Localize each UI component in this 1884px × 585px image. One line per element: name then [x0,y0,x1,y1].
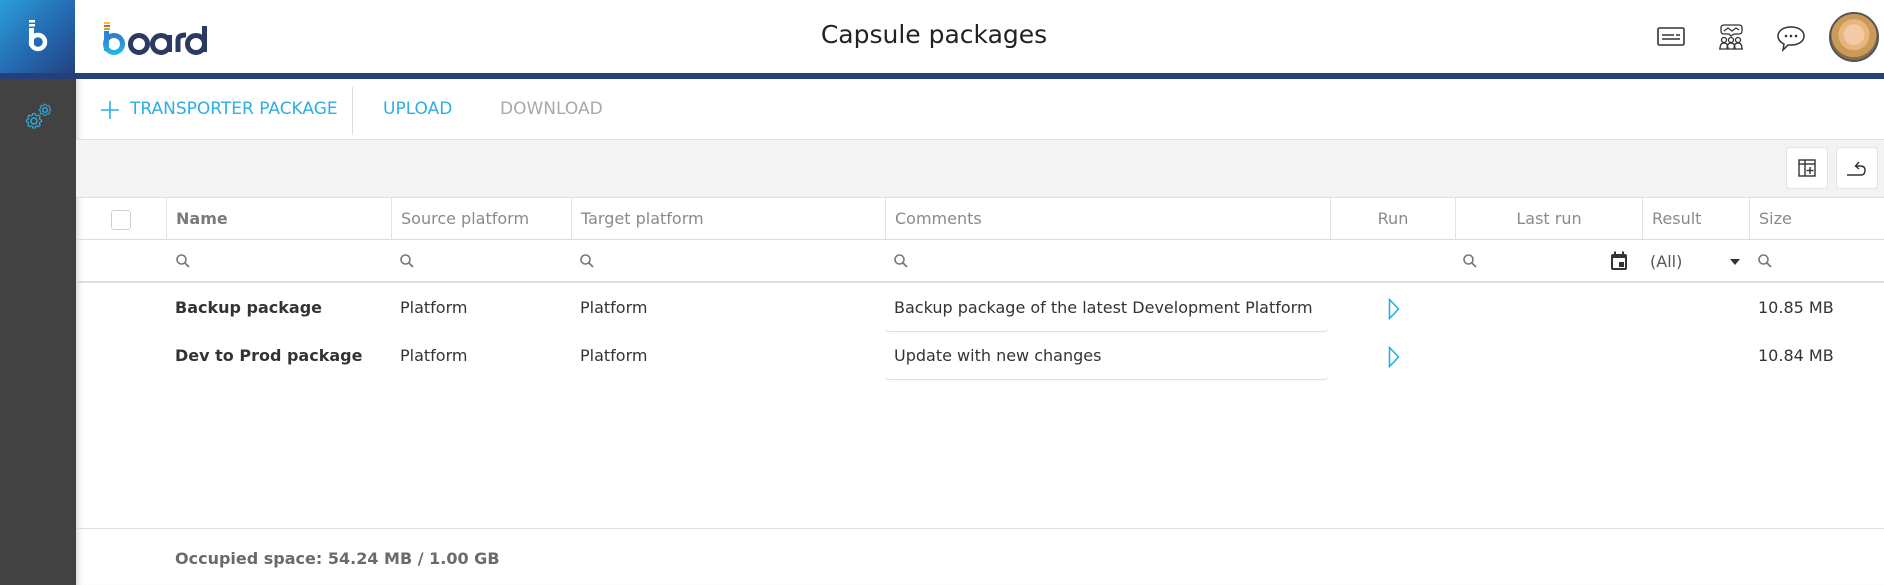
page-title-text: Capsule packages [820,20,1048,49]
column-header-size[interactable]: Size [1749,198,1884,240]
table-header-row: Name Source platform Target platform Com… [76,198,1884,240]
toolbar-divider [352,87,353,135]
result-filter-value: (All) [1650,252,1683,271]
last-run-filter-search-icon[interactable] [1462,253,1478,269]
source-filter-search-icon[interactable] [399,253,415,269]
app-logo-tile[interactable] [0,0,75,79]
size-filter-search-icon[interactable] [1757,253,1773,269]
plus-icon[interactable] [100,100,120,120]
package-name: Backup package [175,298,323,317]
package-name: Dev to Prod package [175,346,363,365]
table-row[interactable]: Backup package Platform Platform Backup … [76,284,1884,332]
footer-divider [76,528,1884,529]
undo-icon [1847,161,1866,176]
user-avatar[interactable] [1829,12,1879,62]
upload-button[interactable]: UPLOAD [383,99,452,119]
result-filter-dropdown[interactable]: (All) [1650,240,1754,283]
comments-filter-search-icon[interactable] [893,253,909,269]
source-platform: Platform [400,346,468,365]
target-filter-search-icon[interactable] [579,253,595,269]
chat-icon[interactable] [1775,22,1807,53]
column-header-comments[interactable]: Comments [885,198,1330,240]
chevron-down-icon [1730,259,1740,265]
column-header-target-platform[interactable]: Target platform [571,198,885,240]
calendar-icon[interactable] [1610,251,1628,271]
table-row[interactable]: Dev to Prod package Platform Platform Up… [76,332,1884,380]
table-filter-row: (All) [76,240,1884,283]
page-title: Capsule packages [0,20,1868,49]
package-size: 10.84 MB [1758,346,1834,365]
column-header-source-platform[interactable]: Source platform [391,198,571,240]
main-content: TRANSPORTER PACKAGE UPLOAD DOWNLOAD Name… [76,79,1884,585]
target-platform: Platform [580,346,648,365]
package-size: 10.85 MB [1758,298,1834,317]
comment-field[interactable]: Update with new changes [885,332,1328,380]
run-play-icon[interactable] [1388,345,1400,369]
name-filter-search-icon[interactable] [175,253,191,269]
collaboration-icon[interactable] [1715,22,1747,52]
column-header-result[interactable]: Result [1642,198,1749,240]
column-header-last-run[interactable]: Last run [1455,198,1642,240]
select-all-checkbox[interactable] [111,210,131,230]
add-column-button[interactable] [1786,147,1828,189]
add-column-icon [1798,159,1816,177]
occupied-space: Occupied space: 54.24 MB / 1.00 GB [175,549,500,568]
new-transporter-package-button[interactable]: TRANSPORTER PACKAGE [130,99,338,119]
board-b-icon [28,20,48,52]
column-header-name[interactable]: Name [166,198,391,240]
presentation-icon[interactable] [1655,22,1687,52]
column-header-run[interactable]: Run [1330,198,1455,240]
table-actions-bar [76,139,1884,198]
settings-gears-icon[interactable] [23,101,55,133]
app-header: Capsule packages [0,0,1884,73]
run-play-icon[interactable] [1388,297,1400,321]
toolbar: TRANSPORTER PACKAGE UPLOAD DOWNLOAD [76,79,1884,139]
target-platform: Platform [580,298,648,317]
comment-field[interactable]: Backup package of the latest Development… [885,284,1328,332]
undo-button[interactable] [1836,147,1878,189]
download-button[interactable]: DOWNLOAD [500,99,603,119]
sidebar [0,79,76,585]
source-platform: Platform [400,298,468,317]
